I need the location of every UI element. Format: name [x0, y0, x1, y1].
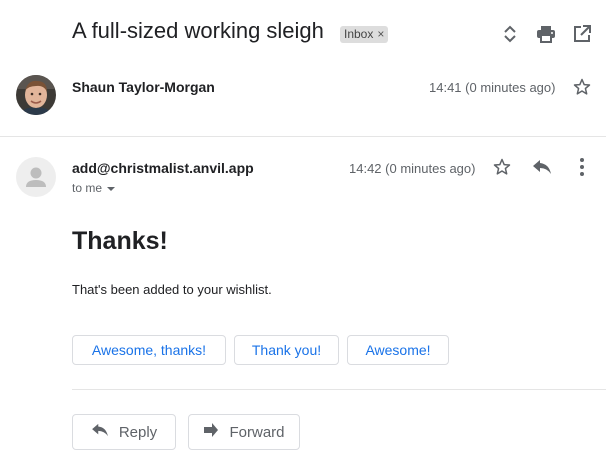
label-chip-text: Inbox — [344, 27, 374, 41]
sender-avatar-photo[interactable] — [16, 75, 56, 115]
reply-button[interactable]: Reply — [72, 414, 176, 450]
print-icon[interactable] — [534, 22, 558, 46]
action-divider — [72, 389, 606, 390]
recipient-label: to me — [72, 181, 103, 195]
expand-collapse-icon[interactable] — [498, 22, 522, 46]
smart-reply-button[interactable]: Awesome! — [347, 335, 449, 365]
email-body: That's been added to your wishlist. — [72, 282, 272, 297]
forward-button[interactable]: Forward — [188, 414, 300, 450]
reply-icon[interactable] — [530, 155, 554, 179]
chevron-down-icon — [106, 181, 116, 195]
sender-name[interactable]: Shaun Taylor-Morgan — [72, 79, 215, 95]
sender-avatar-generic[interactable] — [16, 157, 56, 197]
forward-icon — [203, 423, 219, 441]
reply-label: Reply — [118, 423, 158, 441]
message-time: 14:42 (0 minutes ago) — [349, 161, 476, 176]
message-divider — [0, 136, 606, 137]
remove-label-icon[interactable]: × — [377, 26, 384, 43]
sender-email[interactable]: add@christmalist.anvil.app — [72, 160, 254, 176]
recipient-details-toggle[interactable]: to me — [72, 181, 116, 195]
email-heading: Thanks! — [72, 227, 168, 255]
smart-reply-button[interactable]: Thank you! — [234, 335, 339, 365]
smart-reply-button[interactable]: Awesome, thanks! — [72, 335, 226, 365]
inbox-label-chip[interactable]: Inbox × — [340, 26, 389, 43]
star-icon[interactable] — [570, 75, 594, 99]
star-icon[interactable] — [490, 155, 514, 179]
open-in-new-window-icon[interactable] — [570, 22, 594, 46]
message-time: 14:41 (0 minutes ago) — [429, 80, 556, 95]
forward-label: Forward — [229, 423, 285, 441]
reply-icon — [91, 423, 109, 441]
email-subject: A full-sized working sleigh — [72, 18, 324, 43]
more-options-icon[interactable] — [570, 155, 594, 179]
